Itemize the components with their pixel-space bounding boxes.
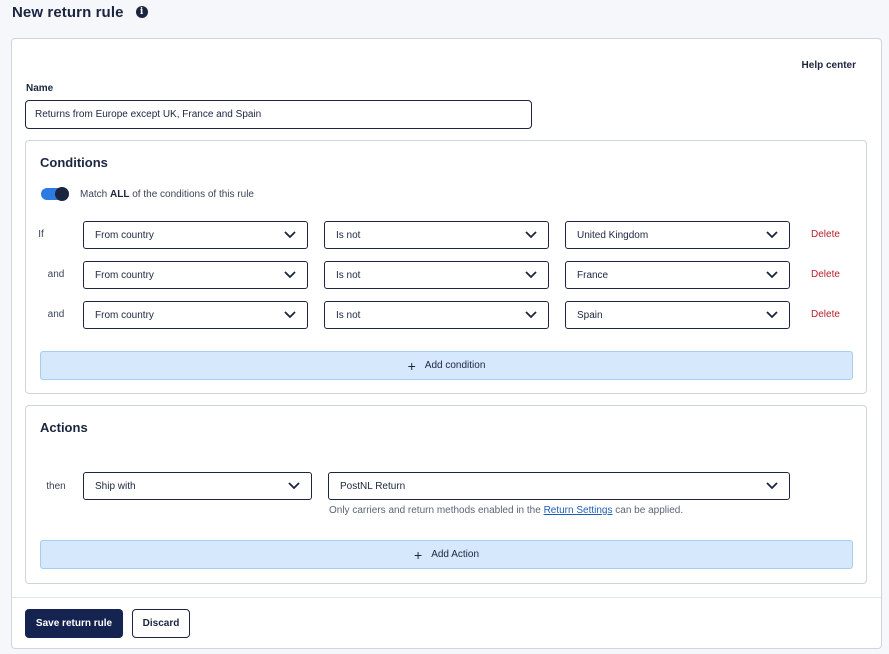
shipping-method-select[interactable]: PostNL Return [328,472,790,500]
condition-operator-select[interactable]: Is not [324,301,549,329]
condition-connector: If [26,229,56,240]
delete-condition-link[interactable]: Delete [811,309,840,320]
condition-field-select[interactable]: From country [83,221,308,249]
page-title: New return rule [12,4,124,21]
action-connector: then [41,481,71,492]
select-value: Is not [336,230,360,241]
select-value: Is not [336,310,360,321]
select-value: United Kingdom [577,230,648,241]
add-action-button[interactable]: + Add Action [40,540,853,569]
select-value: From country [95,270,154,281]
name-input[interactable] [25,100,532,129]
condition-field-select[interactable]: From country [83,261,308,289]
chevron-down-icon [766,270,778,280]
select-value: Is not [336,270,360,281]
chevron-down-icon [766,310,778,320]
footer-divider [12,597,881,598]
discard-button[interactable]: Discard [132,609,190,638]
chevron-down-icon [284,310,296,320]
conditions-title: Conditions [40,155,108,170]
chevron-down-icon [766,481,778,491]
select-value: PostNL Return [340,481,405,492]
plus-icon: + [414,548,422,562]
info-icon[interactable]: i [136,6,148,18]
select-value: France [577,270,608,281]
condition-connector: and [41,309,71,320]
add-condition-button[interactable]: + Add condition [40,351,853,380]
condition-connector: and [41,269,71,280]
select-value: From country [95,230,154,241]
chevron-down-icon [525,310,537,320]
match-all-label: Match ALL of the conditions of this rule [80,189,254,200]
delete-condition-link[interactable]: Delete [811,229,840,240]
save-return-rule-button[interactable]: Save return rule [25,609,123,638]
name-label: Name [26,83,53,94]
condition-value-select[interactable]: United Kingdom [565,221,790,249]
condition-operator-select[interactable]: Is not [324,221,549,249]
select-value: From country [95,310,154,321]
conditions-section: Conditions Match ALL of the conditions o… [25,140,867,394]
actions-section: Actions then Ship with PostNL Return Onl… [25,405,867,584]
condition-value-select[interactable]: Spain [565,301,790,329]
toggle-knob [55,187,69,201]
chevron-down-icon [525,230,537,240]
delete-condition-link[interactable]: Delete [811,269,840,280]
plus-icon: + [408,359,416,373]
condition-field-select[interactable]: From country [83,301,308,329]
add-action-label: Add Action [431,549,479,560]
select-value: Ship with [95,481,136,492]
help-center-link[interactable]: Help center [802,60,856,71]
actions-title: Actions [40,420,88,435]
condition-operator-select[interactable]: Is not [324,261,549,289]
return-settings-link[interactable]: Return Settings [544,505,613,516]
select-value: Spain [577,310,603,321]
chevron-down-icon [766,230,778,240]
chevron-down-icon [288,481,300,491]
rule-form-card: Help center Name Conditions Match ALL of… [11,38,882,649]
match-all-toggle[interactable] [41,188,68,200]
add-condition-label: Add condition [425,360,486,371]
chevron-down-icon [284,270,296,280]
chevron-down-icon [284,230,296,240]
page-header: New return rule i [12,2,148,22]
chevron-down-icon [525,270,537,280]
method-hint: Only carriers and return methods enabled… [329,505,683,516]
condition-value-select[interactable]: France [565,261,790,289]
action-type-select[interactable]: Ship with [83,472,312,500]
